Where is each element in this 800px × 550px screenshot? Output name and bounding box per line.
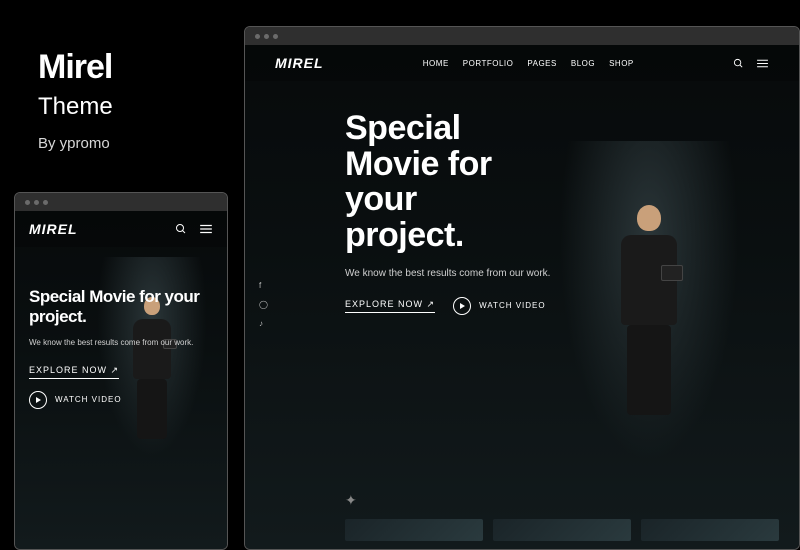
nav-blog[interactable]: BLOG	[571, 59, 595, 68]
play-icon	[453, 297, 471, 315]
logo[interactable]: MIREL	[29, 221, 78, 237]
explore-link[interactable]: EXPLORE NOW ↗	[345, 299, 435, 313]
watch-label: WATCH VIDEO	[479, 301, 546, 310]
product-info: Mirel Theme By ypromo	[38, 48, 113, 152]
product-subtitle: Theme	[38, 93, 113, 121]
nav-shop[interactable]: SHOP	[609, 59, 634, 68]
window-title-bar	[15, 193, 227, 211]
watch-video-button[interactable]: WATCH VIDEO	[453, 297, 546, 315]
traffic-light-dot	[255, 34, 260, 39]
traffic-light-dot	[273, 34, 278, 39]
product-title: Mirel	[38, 48, 113, 87]
mobile-preview-frame: MIREL Special Movie for your project.	[14, 192, 228, 550]
menu-icon[interactable]	[199, 223, 213, 235]
traffic-light-dot	[25, 200, 30, 205]
product-byline: By ypromo	[38, 135, 113, 152]
site-header-mobile: MIREL	[15, 211, 227, 247]
laurel-row: ✦	[345, 492, 357, 509]
traffic-light-dot	[34, 200, 39, 205]
watch-label: WATCH VIDEO	[55, 395, 122, 404]
cta-row: EXPLORE NOW ↗ WATCH VIDEO	[345, 297, 799, 315]
hero-headline: Special Movie for your project.	[29, 287, 213, 328]
desktop-preview-frame: MIREL HOME PORTFOLIO PAGES BLOG SHOP f ◯	[244, 26, 800, 550]
thumb-item[interactable]	[345, 519, 483, 541]
explore-link[interactable]: EXPLORE NOW ↗	[29, 365, 119, 379]
search-icon[interactable]	[733, 58, 744, 69]
main-nav: HOME PORTFOLIO PAGES BLOG SHOP	[423, 59, 634, 68]
nav-pages[interactable]: PAGES	[527, 59, 556, 68]
menu-icon[interactable]	[756, 58, 769, 69]
thumb-row	[345, 519, 779, 541]
play-icon	[29, 391, 47, 409]
site-mobile: MIREL Special Movie for your project.	[15, 211, 227, 549]
window-title-bar	[245, 27, 799, 45]
social-rail: f ◯ ♪	[259, 281, 268, 328]
cta-row: EXPLORE NOW ↗ WATCH VIDEO	[29, 365, 213, 409]
instagram-icon[interactable]: ◯	[259, 300, 268, 309]
header-icons	[175, 223, 213, 235]
thumb-item[interactable]	[493, 519, 631, 541]
tiktok-icon[interactable]: ♪	[259, 319, 268, 328]
facebook-icon[interactable]: f	[259, 281, 268, 290]
hero-section: f ◯ ♪ Special Movie for your project.	[245, 81, 799, 549]
traffic-light-dot	[43, 200, 48, 205]
hero-subtext: We know the best results come from our w…	[345, 268, 799, 279]
watch-video-button[interactable]: WATCH VIDEO	[29, 391, 122, 409]
laurel-icon: ✦	[345, 492, 357, 509]
hero-content: Special Movie for your project. We know …	[345, 111, 799, 315]
site-header: MIREL HOME PORTFOLIO PAGES BLOG SHOP	[245, 45, 799, 81]
traffic-light-dot	[264, 34, 269, 39]
search-icon[interactable]	[175, 223, 187, 235]
thumb-item[interactable]	[641, 519, 779, 541]
site-desktop: MIREL HOME PORTFOLIO PAGES BLOG SHOP f ◯	[245, 45, 799, 549]
hero-subtext: We know the best results come from our w…	[29, 338, 213, 347]
header-icons	[733, 58, 769, 69]
nav-portfolio[interactable]: PORTFOLIO	[463, 59, 514, 68]
hero-content: Special Movie for your project. We know …	[29, 287, 213, 409]
logo[interactable]: MIREL	[275, 55, 324, 71]
hero-section-mobile: Special Movie for your project. We know …	[15, 247, 227, 549]
hero-headline: Special Movie for your project.	[345, 111, 799, 254]
nav-home[interactable]: HOME	[423, 59, 449, 68]
